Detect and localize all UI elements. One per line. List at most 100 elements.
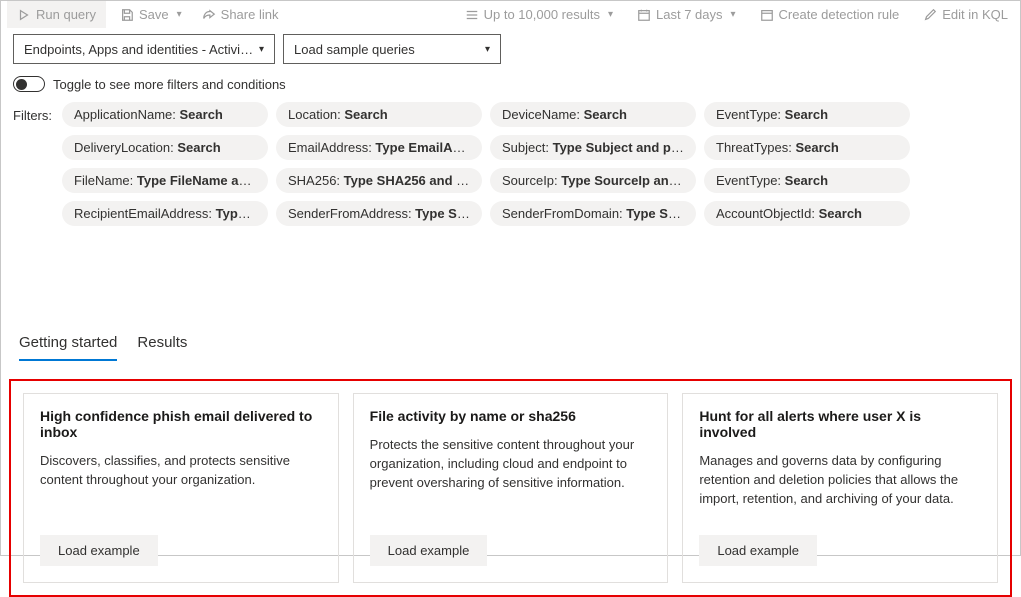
- filter-chip-key: DeviceName:: [502, 107, 584, 122]
- filter-chip[interactable]: SenderFromDomain: Type Sende...: [490, 201, 696, 226]
- filter-chip-key: EmailAddress:: [288, 140, 375, 155]
- filter-chip[interactable]: SourceIp: Type SourceIp and pre...: [490, 168, 696, 193]
- filters-toggle-row: Toggle to see more filters and condition…: [1, 70, 1020, 98]
- filter-chip-value: Search: [344, 107, 387, 122]
- filter-chip-value: Search: [785, 107, 828, 122]
- filters-label: Filters:: [13, 102, 52, 226]
- load-example-button[interactable]: Load example: [699, 535, 817, 566]
- app-root: Run query Save ▾ Share link Up to 10,000…: [0, 0, 1021, 556]
- card-title: File activity by name or sha256: [370, 408, 652, 424]
- filter-chip[interactable]: SHA256: Type SHA256 and pres...: [276, 168, 482, 193]
- filter-chip-value: Type SourceIp and pre...: [561, 173, 696, 188]
- filter-chip-value: Search: [180, 107, 223, 122]
- filter-chip[interactable]: DeviceName: Search: [490, 102, 696, 127]
- filters-block: Filters: ApplicationName: SearchLocation…: [1, 98, 1020, 238]
- scope-row: Endpoints, Apps and identities - Activit…: [1, 28, 1020, 70]
- filter-chip-value: Type Subject and press ...: [553, 140, 696, 155]
- save-label: Save: [139, 7, 169, 22]
- sample-queries-label: Load sample queries: [294, 42, 482, 57]
- load-example-button[interactable]: Load example: [370, 535, 488, 566]
- play-icon: [17, 8, 31, 22]
- filter-chip[interactable]: ThreatTypes: Search: [704, 135, 910, 160]
- filters-toggle[interactable]: [13, 76, 45, 92]
- list-icon: [465, 8, 479, 22]
- filter-chip-key: EventType:: [716, 107, 785, 122]
- calendar-icon: [760, 8, 774, 22]
- filter-chip[interactable]: FileName: Type FileName and pr...: [62, 168, 268, 193]
- filter-chip-key: Subject:: [502, 140, 553, 155]
- card-title: High confidence phish email delivered to…: [40, 408, 322, 440]
- save-icon: [120, 8, 134, 22]
- filter-chip-key: SenderFromDomain:: [502, 206, 626, 221]
- sample-cards-region: High confidence phish email delivered to…: [9, 379, 1012, 597]
- filter-chip[interactable]: EventType: Search: [704, 102, 910, 127]
- top-toolbar: Run query Save ▾ Share link Up to 10,000…: [1, 1, 1020, 28]
- filter-chip[interactable]: DeliveryLocation: Search: [62, 135, 268, 160]
- sample-queries-select[interactable]: Load sample queries ▾: [283, 34, 501, 64]
- filter-chip-key: FileName:: [74, 173, 137, 188]
- calendar-icon: [637, 8, 651, 22]
- filters-toggle-label: Toggle to see more filters and condition…: [53, 77, 286, 92]
- card-description: Protects the sensitive content throughou…: [370, 436, 652, 509]
- tab-results[interactable]: Results: [137, 326, 187, 361]
- filter-chip-key: ThreatTypes:: [716, 140, 795, 155]
- filter-chip-value: Type FileName and pr...: [137, 173, 268, 188]
- sample-card: Hunt for all alerts where user X is invo…: [682, 393, 998, 583]
- create-detection-rule-button[interactable]: Create detection rule: [754, 3, 906, 26]
- chevron-down-icon: ▾: [605, 9, 613, 20]
- filter-chip-value: Type EmailAddres...: [375, 140, 482, 155]
- edit-in-kql-button[interactable]: Edit in KQL: [917, 3, 1014, 26]
- filter-chip-key: SourceIp:: [502, 173, 561, 188]
- filter-chip-value: Search: [177, 140, 220, 155]
- load-example-button[interactable]: Load example: [40, 535, 158, 566]
- filter-chip-key: RecipientEmailAddress:: [74, 206, 216, 221]
- results-limit-button[interactable]: Up to 10,000 results ▾: [459, 3, 619, 26]
- filter-chip[interactable]: Location: Search: [276, 102, 482, 127]
- share-link-label: Share link: [221, 7, 279, 22]
- card-title: Hunt for all alerts where user X is invo…: [699, 408, 981, 440]
- filter-chip-value: Type Rec...: [216, 206, 268, 221]
- filter-chip-value: Search: [785, 173, 828, 188]
- filter-chip-key: Location:: [288, 107, 344, 122]
- tabs-row: Getting started Results: [1, 326, 1020, 361]
- scope-select[interactable]: Endpoints, Apps and identities - Activit…: [13, 34, 275, 64]
- filter-chip[interactable]: EventType: Search: [704, 168, 910, 193]
- filter-chip-value: Type Sende...: [626, 206, 696, 221]
- filter-chip[interactable]: EmailAddress: Type EmailAddres...: [276, 135, 482, 160]
- chevron-down-icon: ▾: [256, 44, 264, 55]
- filter-chip-key: AccountObjectId:: [716, 206, 819, 221]
- save-button[interactable]: Save ▾: [114, 3, 188, 26]
- filter-chip-key: SenderFromAddress:: [288, 206, 415, 221]
- filter-chip[interactable]: Subject: Type Subject and press ...: [490, 135, 696, 160]
- run-query-label: Run query: [36, 7, 96, 22]
- time-range-button[interactable]: Last 7 days ▾: [631, 3, 742, 26]
- filter-chip-key: ApplicationName:: [74, 107, 180, 122]
- chevron-down-icon: ▾: [728, 9, 736, 20]
- filter-chip-key: SHA256:: [288, 173, 344, 188]
- chevron-down-icon: ▾: [174, 9, 182, 20]
- share-link-button[interactable]: Share link: [196, 3, 285, 26]
- share-icon: [202, 8, 216, 22]
- filter-grid: ApplicationName: SearchLocation: SearchD…: [62, 102, 910, 226]
- scope-select-label: Endpoints, Apps and identities - Activit…: [24, 42, 256, 57]
- filter-chip[interactable]: SenderFromAddress: Type Send...: [276, 201, 482, 226]
- filter-chip-value: Search: [819, 206, 862, 221]
- filter-chip-value: Search: [795, 140, 838, 155]
- results-limit-label: Up to 10,000 results: [484, 7, 600, 22]
- run-query-button[interactable]: Run query: [7, 1, 106, 28]
- filter-chip[interactable]: AccountObjectId: Search: [704, 201, 910, 226]
- tab-getting-started[interactable]: Getting started: [19, 326, 117, 361]
- filter-chip[interactable]: RecipientEmailAddress: Type Rec...: [62, 201, 268, 226]
- chevron-down-icon: ▾: [482, 44, 490, 55]
- card-description: Manages and governs data by configuring …: [699, 452, 981, 509]
- time-range-label: Last 7 days: [656, 7, 723, 22]
- pencil-icon: [923, 8, 937, 22]
- sample-card: High confidence phish email delivered to…: [23, 393, 339, 583]
- filter-chip-value: Type SHA256 and pres...: [344, 173, 482, 188]
- filter-chip-key: EventType:: [716, 173, 785, 188]
- toolbar-right: Up to 10,000 results ▾ Last 7 days ▾ Cre…: [459, 3, 1014, 26]
- create-rule-label: Create detection rule: [779, 7, 900, 22]
- filter-chip[interactable]: ApplicationName: Search: [62, 102, 268, 127]
- edit-kql-label: Edit in KQL: [942, 7, 1008, 22]
- filter-chip-value: Type Send...: [415, 206, 482, 221]
